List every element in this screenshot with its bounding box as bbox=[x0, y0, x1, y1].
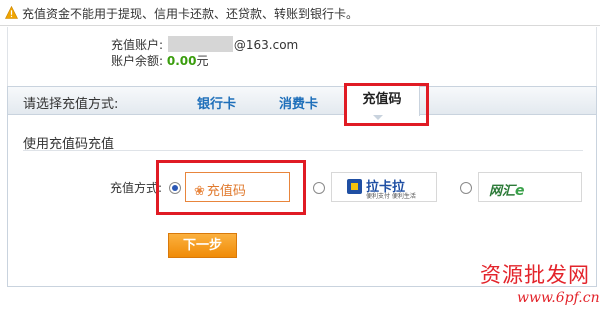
pay-method-label: 充值方式: bbox=[110, 181, 163, 195]
lakala-logo-icon bbox=[347, 179, 362, 194]
balance-value: 0.00 bbox=[166, 54, 197, 68]
account-row: 充值账户: @163.com bbox=[111, 36, 298, 53]
tab-consumer-card[interactable]: 消费卡 bbox=[279, 93, 318, 112]
watermark-url: www.6pf.cn bbox=[517, 290, 600, 306]
masked-account bbox=[167, 36, 233, 52]
balance-unit: 元 bbox=[196, 54, 209, 68]
warning-icon bbox=[5, 6, 18, 19]
account-suffix: @163.com bbox=[233, 38, 299, 52]
next-step-button[interactable]: 下一步 bbox=[168, 233, 237, 258]
radio-wanghui[interactable] bbox=[460, 182, 472, 194]
balance-label: 账户余额: bbox=[111, 54, 164, 68]
method-title: 请选择充值方式: bbox=[23, 97, 119, 112]
divider bbox=[23, 150, 583, 151]
tab-highlight-box bbox=[344, 83, 429, 126]
radio-lakala[interactable] bbox=[313, 182, 325, 194]
account-info: 充值账户: @163.com 账户余额: 0.00元 bbox=[7, 27, 597, 87]
tab-bank-card[interactable]: 银行卡 bbox=[197, 93, 236, 112]
option-wanghui[interactable]: 网汇e bbox=[478, 172, 582, 202]
wanghui-logo: 网汇e bbox=[489, 183, 525, 199]
option-highlight-box bbox=[156, 160, 306, 215]
method-tabbar: 请选择充值方式: 银行卡 消费卡 充值码 bbox=[8, 85, 596, 120]
notice-text: 充值资金不能用于提现、信用卡还款、还贷款、转账到银行卡。 bbox=[22, 7, 359, 21]
account-label: 充值账户: bbox=[111, 38, 164, 52]
recharge-method-panel: 请选择充值方式: 银行卡 消费卡 充值码 使用充值码充值 充值方式: ❀ 充值码 … bbox=[7, 83, 597, 287]
balance-row: 账户余额: 0.00元 bbox=[111, 52, 209, 69]
option-lakala[interactable]: 拉卡拉 便利支付 便利生活 bbox=[331, 172, 437, 202]
watermark-text: 资源批发网 bbox=[480, 263, 590, 287]
notice-bar: 充值资金不能用于提现、信用卡还款、还贷款、转账到银行卡。 bbox=[0, 0, 600, 26]
lakala-subtitle: 便利支付 便利生活 bbox=[366, 193, 416, 200]
